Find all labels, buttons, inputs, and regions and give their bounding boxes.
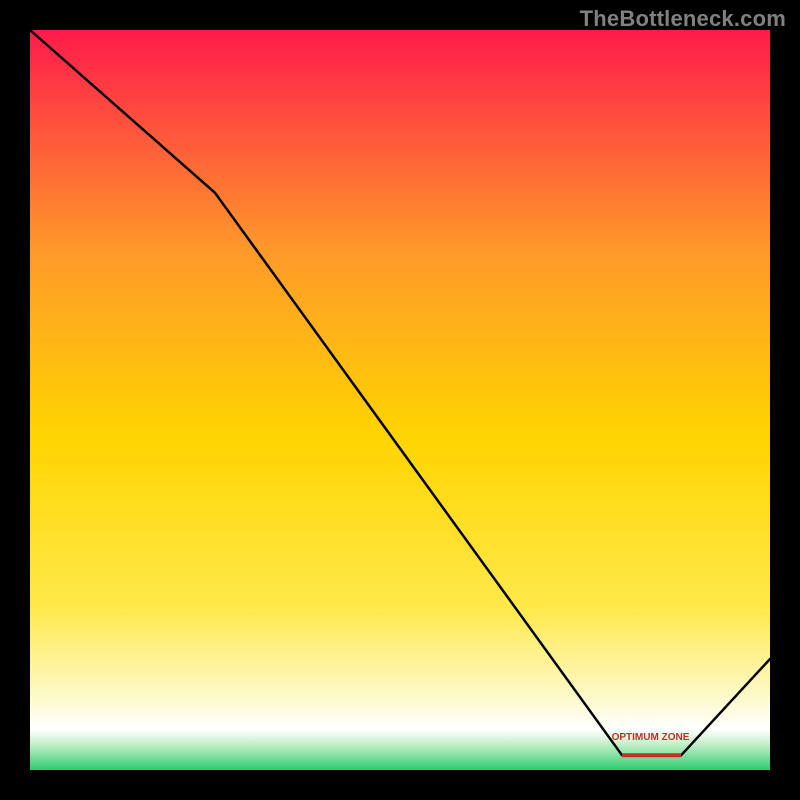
chart-container: TheBottleneck.com OPTIMUM ZONE [0,0,800,800]
gradient-background [30,30,770,770]
watermark-text: TheBottleneck.com [580,6,786,32]
optimum-zone-label: OPTIMUM ZONE [612,732,690,743]
chart-plot [30,30,770,770]
